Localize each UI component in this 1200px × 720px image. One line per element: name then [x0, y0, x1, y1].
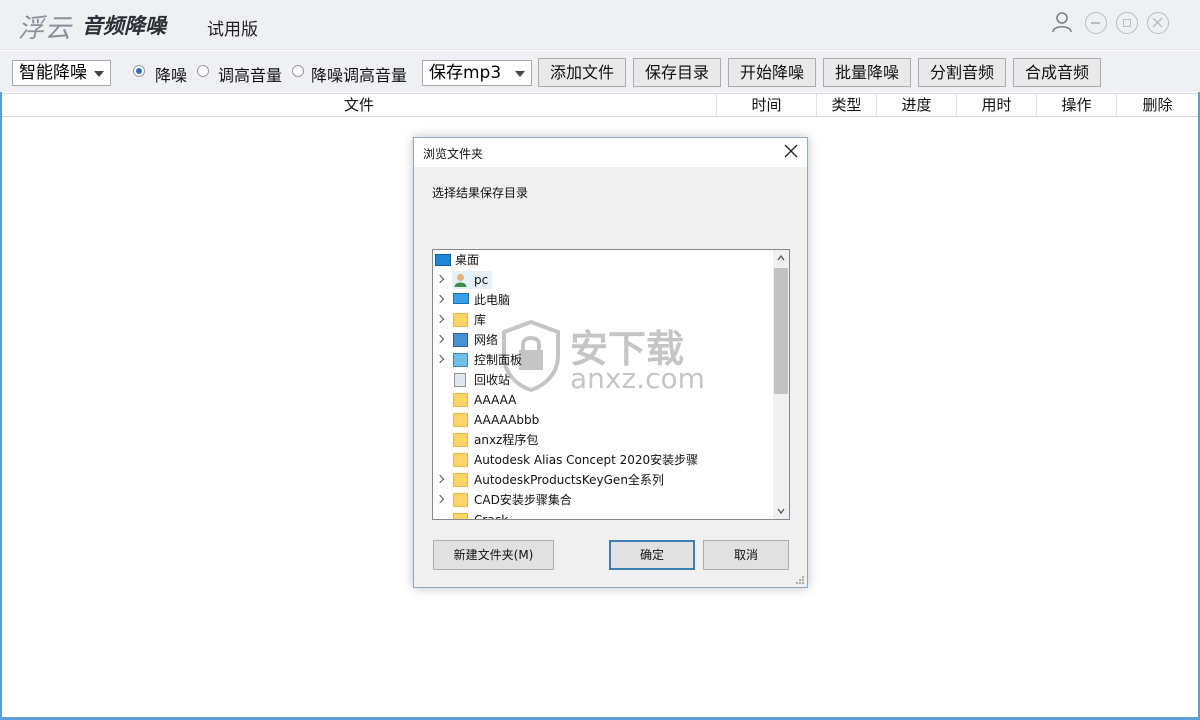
- column-time[interactable]: 时间: [717, 94, 817, 116]
- mode-select[interactable]: 智能降噪: [12, 60, 111, 86]
- file-table-header: 文件 时间 类型 进度 用时 操作 删除: [2, 93, 1198, 117]
- column-action[interactable]: 操作: [1037, 94, 1117, 116]
- chevron-right-icon[interactable]: [435, 354, 445, 364]
- chevron-down-icon: [515, 71, 525, 77]
- folder-icon: [453, 493, 468, 507]
- radio-denoise-volume-up-label: 降噪调高音量: [311, 66, 408, 85]
- folder-icon: [453, 413, 468, 427]
- radio-denoise-volume-up[interactable]: [292, 65, 304, 77]
- watermark-subtext: anxz.com: [570, 362, 705, 395]
- tree-item-label: AutodeskProductsKeyGen全系列: [474, 473, 664, 487]
- chevron-up-icon[interactable]: [777, 254, 785, 262]
- format-select-value: 保存mp3: [429, 63, 502, 83]
- chevron-down-icon: [94, 71, 104, 77]
- window-border-left: [0, 92, 2, 720]
- recycle-bin-icon: [454, 373, 466, 387]
- ok-button[interactable]: 确定: [609, 540, 695, 570]
- radio-volume-up[interactable]: [197, 65, 209, 77]
- app-title: 音频降噪: [82, 14, 166, 38]
- tree-item-label: 此电脑: [474, 293, 511, 307]
- chevron-down-icon[interactable]: [777, 507, 785, 515]
- tree-item-folder[interactable]: anxz程序包: [433, 430, 773, 450]
- column-file[interactable]: 文件: [2, 94, 717, 116]
- toolbar: 智能降噪 降噪 调高音量 降噪调高音量 保存mp3 添加文件 保存目录 开始降噪…: [0, 51, 1200, 92]
- chevron-right-icon[interactable]: [435, 494, 445, 504]
- column-progress[interactable]: 进度: [877, 94, 957, 116]
- folder-icon: [453, 393, 468, 407]
- tree-item-label: anxz程序包: [474, 433, 539, 447]
- radio-denoise[interactable]: [133, 65, 145, 77]
- close-icon: [1152, 17, 1163, 28]
- tree-item-label: 桌面: [455, 253, 480, 267]
- tree-item-label: AAAAAbbb: [474, 413, 540, 427]
- shield-icon: [502, 320, 560, 392]
- merge-audio-button[interactable]: 合成音频: [1013, 58, 1101, 87]
- radio-volume-up-label: 调高音量: [218, 66, 283, 85]
- tree-item-folder[interactable]: CAD安装步骤集合: [433, 490, 773, 510]
- folder-icon: [453, 433, 468, 447]
- minimize-button[interactable]: [1085, 12, 1107, 34]
- radio-denoise-label: 降噪: [155, 66, 188, 85]
- watermark: 安下载 anxz.com: [500, 318, 710, 398]
- folder-icon: [453, 513, 468, 519]
- format-select[interactable]: 保存mp3: [422, 60, 532, 86]
- tree-item-folder[interactable]: AAAAAbbb: [433, 410, 773, 430]
- new-folder-button[interactable]: 新建文件夹(M): [433, 540, 554, 570]
- tree-item-label: 网络: [474, 333, 499, 347]
- tree-item-folder[interactable]: Crack: [433, 510, 773, 520]
- chevron-right-icon[interactable]: [435, 474, 445, 484]
- dialog-title: 浏览文件夹: [423, 147, 484, 161]
- tree-item-label: pc: [474, 273, 489, 287]
- edition-label: 试用版: [207, 20, 258, 40]
- desktop-icon: [435, 254, 451, 266]
- start-denoise-button[interactable]: 开始降噪: [728, 58, 816, 87]
- folder-icon: [453, 453, 468, 467]
- tree-item-desktop[interactable]: 桌面: [433, 250, 773, 270]
- network-icon: [453, 333, 468, 347]
- batch-denoise-button[interactable]: 批量降噪: [823, 58, 911, 87]
- chevron-right-icon[interactable]: [435, 294, 445, 304]
- restore-icon: [1123, 19, 1131, 27]
- control-panel-icon: [453, 353, 468, 367]
- column-type[interactable]: 类型: [817, 94, 877, 116]
- mode-select-value: 智能降噪: [19, 63, 87, 83]
- user-icon: [454, 274, 467, 287]
- dialog-title-bar: 浏览文件夹: [414, 138, 807, 167]
- close-button[interactable]: [1147, 12, 1169, 34]
- brand-logo: 浮云: [18, 14, 73, 44]
- save-dir-button[interactable]: 保存目录: [633, 58, 721, 87]
- tree-item-label: 库: [474, 313, 487, 327]
- tree-item-folder[interactable]: AutodeskProductsKeyGen全系列: [433, 470, 773, 490]
- tree-item-label: Autodesk Alias Concept 2020安装步骤: [474, 453, 699, 467]
- tree-item-folder[interactable]: Autodesk Alias Concept 2020安装步骤: [433, 450, 773, 470]
- split-audio-button[interactable]: 分割音频: [918, 58, 1006, 87]
- restore-button[interactable]: [1116, 12, 1138, 34]
- cancel-button[interactable]: 取消: [703, 540, 789, 570]
- user-icon[interactable]: [1050, 10, 1074, 34]
- minimize-icon: [1091, 22, 1100, 24]
- resize-grip-icon[interactable]: [795, 575, 805, 585]
- folder-icon: [453, 473, 468, 487]
- tree-scrollbar[interactable]: [773, 250, 789, 519]
- chevron-right-icon[interactable]: [435, 334, 445, 344]
- chevron-right-icon[interactable]: [435, 314, 445, 324]
- tree-item-pc[interactable]: pc: [433, 270, 773, 290]
- chevron-right-icon[interactable]: [435, 274, 445, 284]
- computer-icon: [453, 293, 469, 304]
- title-bar: 浮云 音频降噪 试用版: [0, 0, 1200, 50]
- tree-item-label: Crack: [474, 513, 509, 520]
- close-icon[interactable]: [783, 143, 799, 159]
- scrollbar-thumb[interactable]: [774, 268, 788, 394]
- column-elapsed[interactable]: 用时: [957, 94, 1037, 116]
- tree-item-this-pc[interactable]: 此电脑: [433, 290, 773, 310]
- library-icon: [453, 313, 468, 327]
- column-delete[interactable]: 删除: [1117, 94, 1198, 116]
- dialog-prompt: 选择结果保存目录: [432, 186, 529, 200]
- tree-item-label: CAD安装步骤集合: [474, 493, 572, 507]
- add-file-button[interactable]: 添加文件: [538, 58, 626, 87]
